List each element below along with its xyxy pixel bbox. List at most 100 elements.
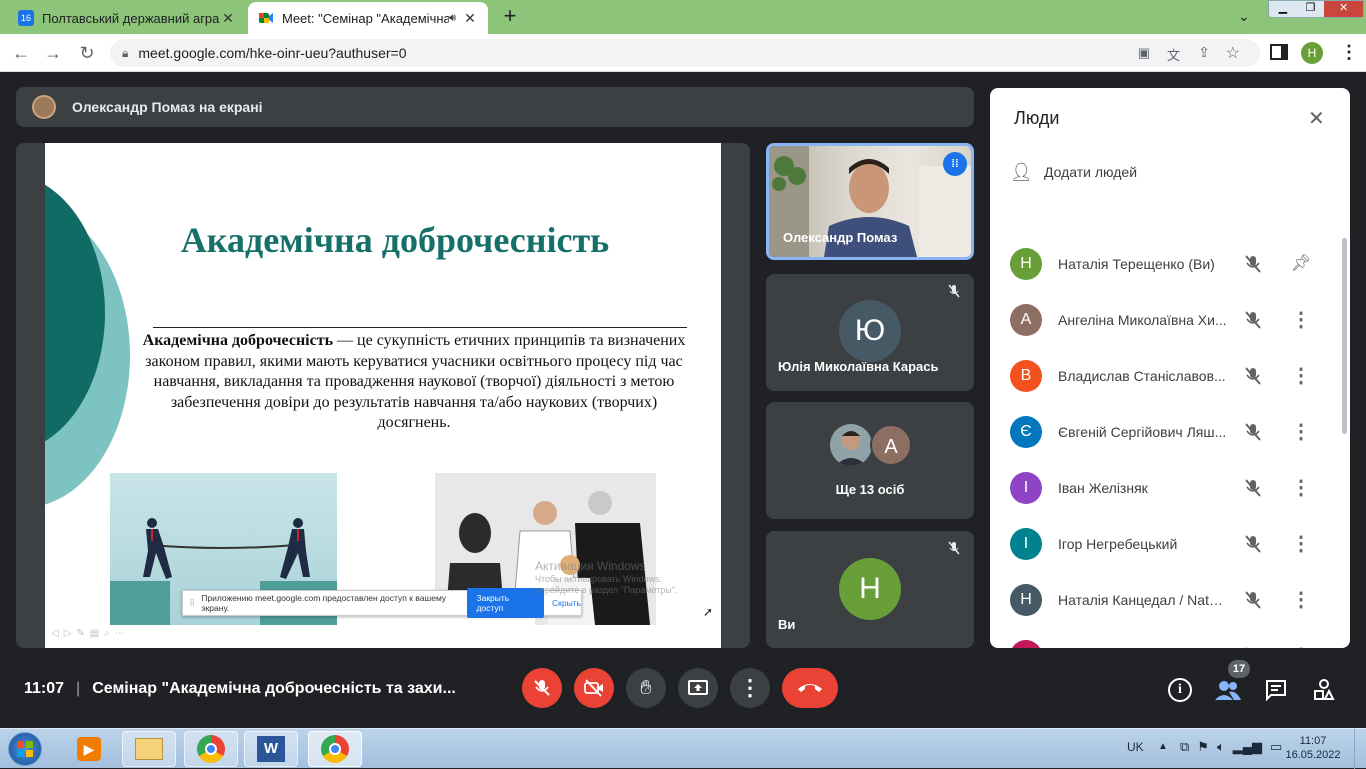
restore-button[interactable]: ❐ — [1297, 1, 1325, 17]
taskbar-word[interactable]: W — [244, 731, 298, 767]
taskbar-media-player[interactable]: ▶ — [62, 731, 116, 767]
side-panel-icon[interactable] — [1270, 44, 1288, 60]
audio-playing-icon[interactable]: 🔊︎ — [449, 12, 456, 25]
chrome-icon — [197, 735, 225, 763]
tab-search-icon[interactable]: ⌄ — [1238, 8, 1256, 25]
present-screen-button[interactable] — [678, 668, 718, 708]
translate-icon[interactable]: 文 — [1167, 45, 1180, 64]
participant-row[interactable]: А Ангеліна Миколаївна Хи... ⋮ — [1010, 292, 1330, 348]
participant-row[interactable]: ООксана Кравченко⋮ — [1010, 628, 1330, 648]
minimize-button[interactable]: ▁ — [1269, 1, 1297, 17]
participant-row[interactable]: Н Наталія Канцедал / Natal... ⋮ — [1010, 572, 1330, 628]
more-vert-icon[interactable]: ⋮ — [1290, 477, 1312, 499]
participant-avatar: Н — [1010, 248, 1042, 280]
show-hidden-icons[interactable]: ▲ — [1158, 741, 1168, 752]
mic-off-icon[interactable] — [1242, 421, 1264, 443]
tile-more-people[interactable]: А Ще 13 осіб — [766, 402, 974, 519]
action-center-icon[interactable]: ⚑ — [1197, 739, 1209, 755]
browser-menu-icon[interactable]: ⋮ — [1340, 42, 1358, 63]
participant-row[interactable]: В Владислав Станіславов... ⋮ — [1010, 348, 1330, 404]
share-icon[interactable]: ⇪ — [1198, 44, 1210, 61]
camera-blocked-icon[interactable]: ▣ — [1138, 45, 1150, 61]
more-vert-icon[interactable]: ⋮ — [1290, 589, 1312, 611]
stop-sharing-button[interactable]: Закрыть доступ — [467, 588, 544, 618]
more-vert-icon[interactable]: ⋮ — [1290, 533, 1312, 555]
shared-slide: Академічна доброчесність Академічна добр… — [45, 143, 721, 648]
back-icon[interactable]: ← — [10, 42, 32, 64]
url-text[interactable]: meet.google.com/hke-oinr-ueu?authuser=0 — [138, 45, 406, 61]
mic-off-icon[interactable] — [1242, 645, 1264, 648]
language-indicator[interactable]: UK — [1127, 740, 1144, 754]
show-desktop-button[interactable] — [1354, 729, 1366, 769]
add-people-button[interactable]: 👤︎ Додати людей — [1010, 160, 1137, 184]
chat-button[interactable] — [1264, 678, 1288, 702]
more-vert-icon[interactable]: ⋮ — [1290, 421, 1312, 443]
participant-row[interactable]: Є Євгеній Сергійович Ляш... ⋮ — [1010, 404, 1330, 460]
new-tab-button[interactable]: + — [500, 5, 520, 28]
pin-icon[interactable]: 📌︎ — [1290, 253, 1312, 275]
mic-off-icon[interactable] — [1242, 589, 1264, 611]
slide-zoom-icon[interactable]: ⌕ — [104, 628, 110, 639]
mic-off-icon[interactable] — [1242, 533, 1264, 555]
tile-self[interactable]: Н Ви — [766, 531, 974, 648]
mic-off-icon[interactable] — [1242, 253, 1264, 275]
activities-button[interactable] — [1312, 678, 1336, 702]
more-vert-icon[interactable]: ⋮ — [1290, 365, 1312, 387]
participant-avatar: Н — [1010, 584, 1042, 616]
presentation-stage[interactable]: Академічна доброчесність Академічна добр… — [16, 143, 750, 648]
panel-scrollbar[interactable] — [1342, 238, 1347, 434]
volume-icon[interactable]: 🔈︎ — [1217, 739, 1225, 755]
mic-off-icon[interactable] — [1242, 309, 1264, 331]
more-vert-icon[interactable]: ⋮ — [1290, 309, 1312, 331]
participant-row[interactable]: Н Наталія Терещенко (Ви) 📌︎ — [1010, 236, 1330, 292]
leave-call-button[interactable] — [782, 668, 838, 708]
meeting-time: 11:07 — [24, 680, 65, 697]
reload-icon[interactable]: ↻ — [76, 42, 98, 64]
slide-more-icon[interactable]: ⋯ — [115, 628, 125, 639]
drag-handle-icon[interactable]: ⠿ — [189, 598, 195, 609]
tile-oleksandr-pomaz[interactable]: ⁞⁞ Олександр Помаз — [766, 143, 974, 260]
tab-meet[interactable]: Meet: "Семінар "Академічна 🔊︎ ✕ — [248, 2, 488, 34]
profile-avatar[interactable]: Н — [1301, 42, 1323, 64]
url-omnibox[interactable]: 🔒︎ meet.google.com/hke-oinr-ueu?authuser… — [110, 39, 1260, 67]
people-button[interactable] — [1214, 678, 1242, 702]
hide-notice-link[interactable]: Скрыть — [552, 598, 581, 608]
raise-hand-button[interactable]: ✋︎ — [626, 668, 666, 708]
participant-photo-avatar — [830, 424, 872, 466]
close-panel-icon[interactable]: ✕ — [1308, 106, 1325, 131]
slide-pen-icon[interactable]: ✎ — [76, 628, 84, 639]
participant-row[interactable]: І Ігор Негребецький ⋮ — [1010, 516, 1330, 572]
taskbar-explorer[interactable] — [122, 731, 176, 767]
microphone-toggle-button[interactable] — [522, 668, 562, 708]
mic-off-icon[interactable] — [1242, 477, 1264, 499]
forward-icon[interactable]: → — [42, 42, 64, 64]
slide-prev-icon[interactable]: ◁ — [51, 628, 59, 639]
more-options-button[interactable]: ⋮ — [730, 668, 770, 708]
bookmark-star-icon[interactable]: ☆ — [1226, 43, 1240, 63]
participant-row[interactable]: І Іван Желізняк ⋮ — [1010, 460, 1330, 516]
tile-yuliia-karas[interactable]: Ю Юлія Миколаївна Карась — [766, 274, 974, 391]
devices-icon[interactable]: ⧉ — [1180, 739, 1189, 755]
tab-poltava[interactable]: 16 Полтавський державний аграрн ✕ — [8, 2, 246, 34]
windows-activation-watermark: Активация Windows Чтобы активировать Win… — [535, 559, 721, 596]
taskbar-clock[interactable]: 11:07 16.05.2022 — [1280, 734, 1346, 762]
start-button[interactable] — [4, 729, 46, 769]
watermark-line-3: перейдите в раздел "Параметры". — [535, 585, 678, 595]
close-icon[interactable]: ✕ — [462, 10, 478, 27]
more-vert-icon[interactable]: ⋮ — [1290, 645, 1312, 648]
mic-off-icon[interactable] — [1242, 365, 1264, 387]
meeting-info: 11:07 | Семінар "Академічна доброчесніст… — [24, 680, 456, 698]
slide-next-icon[interactable]: ▷ — [64, 628, 72, 639]
network-icon[interactable]: ▂▄▆ — [1233, 739, 1262, 755]
mic-off-icon — [534, 680, 550, 696]
slide-pages-icon[interactable]: ▤ — [90, 628, 99, 639]
slide-toolbar: ◁ ▷ ✎ ▤ ⌕ ⋯ — [51, 628, 125, 639]
taskbar-chrome[interactable] — [184, 731, 238, 767]
meeting-details-icon[interactable]: i — [1168, 678, 1192, 702]
chrome-icon — [321, 735, 349, 763]
window-close-button[interactable]: ✕ — [1324, 1, 1363, 17]
close-icon[interactable]: ✕ — [220, 10, 236, 27]
taskbar-chrome-profile[interactable] — [308, 731, 362, 767]
camera-toggle-button[interactable] — [574, 668, 614, 708]
slide-divider — [153, 327, 687, 328]
